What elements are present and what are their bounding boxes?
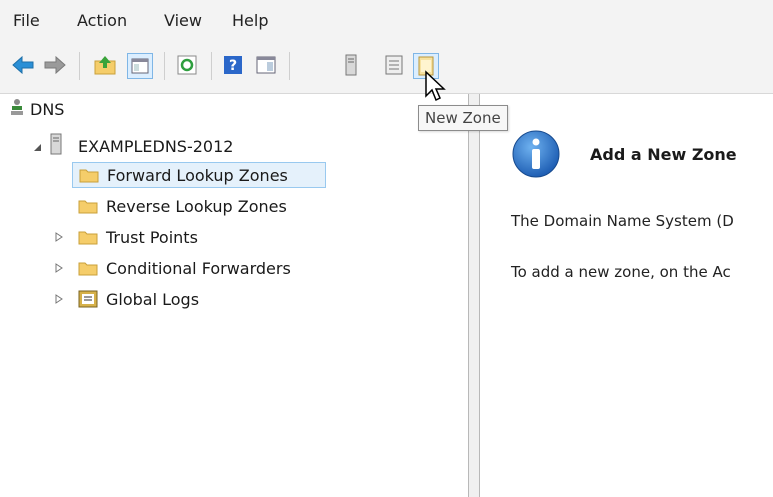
menu-view[interactable]: View	[164, 11, 202, 30]
menu-action[interactable]: Action	[77, 11, 127, 30]
toolbar-separator	[79, 52, 80, 80]
folder-icon	[78, 229, 98, 245]
show-hide-tree-icon[interactable]	[127, 53, 153, 79]
folder-icon	[78, 198, 98, 214]
detail-paragraph-1: The Domain Name System (D	[511, 212, 734, 230]
mouse-cursor-icon	[424, 70, 448, 108]
tree-label-forward-lookup-zones: Forward Lookup Zones	[107, 165, 288, 185]
menu-file[interactable]: File	[13, 11, 40, 30]
back-arrow-icon[interactable]	[12, 54, 34, 76]
tree-label-reverse-lookup-zones: Reverse Lookup Zones	[106, 196, 287, 216]
toolbar-separator	[164, 52, 165, 80]
server-icon	[50, 133, 62, 159]
toolbar: ?	[0, 40, 773, 94]
tree-node-trust-points[interactable]: Trust Points	[78, 224, 198, 250]
tree-node-forward-lookup-zones[interactable]: Forward Lookup Zones	[72, 162, 326, 188]
list-icon[interactable]	[383, 54, 405, 76]
expand-arrow-icon[interactable]	[54, 263, 64, 273]
help-icon[interactable]: ?	[222, 54, 244, 76]
tree-node-dns[interactable]: DNS	[10, 96, 64, 122]
detail-heading: Add a New Zone	[590, 145, 737, 164]
folder-icon	[78, 260, 98, 276]
detail-paragraph-2: To add a new zone, on the Ac	[511, 263, 731, 281]
tree-node-server[interactable]: EXAMPLEDNS-2012	[50, 133, 233, 159]
collapse-arrow-icon[interactable]	[32, 142, 42, 152]
expand-arrow-icon[interactable]	[54, 232, 64, 242]
menu-help[interactable]: Help	[232, 11, 268, 30]
action-pane-icon[interactable]	[255, 54, 277, 76]
info-icon	[511, 129, 561, 183]
tree-label-global-logs: Global Logs	[106, 289, 200, 309]
console-tree: DNS EXAMPLEDNS-2012 Forward Lookup Zones…	[0, 94, 468, 497]
refresh-icon[interactable]	[176, 54, 198, 76]
svg-text:?: ?	[229, 58, 237, 74]
dns-icon	[10, 98, 24, 120]
tree-label-dns: DNS	[30, 99, 65, 119]
forward-arrow-icon[interactable]	[44, 54, 66, 76]
folder-icon	[79, 167, 99, 183]
tree-label-server: EXAMPLEDNS-2012	[78, 136, 234, 156]
new-zone-tooltip: New Zone	[418, 105, 508, 131]
tree-node-global-logs[interactable]: Global Logs	[78, 286, 199, 312]
pane-splitter[interactable]	[468, 94, 480, 497]
toolbar-separator	[289, 52, 290, 80]
tree-label-conditional-forwarders: Conditional Forwarders	[106, 258, 291, 278]
menu-bar: File Action View Help	[0, 0, 773, 40]
toolbar-separator	[211, 52, 212, 80]
expand-arrow-icon[interactable]	[54, 294, 64, 304]
tree-label-trust-points: Trust Points	[106, 227, 198, 247]
server-icon[interactable]	[340, 54, 362, 76]
tree-node-conditional-forwarders[interactable]: Conditional Forwarders	[78, 255, 291, 281]
tree-node-reverse-lookup-zones[interactable]: Reverse Lookup Zones	[78, 193, 287, 219]
up-folder-icon[interactable]	[94, 54, 116, 76]
log-icon	[78, 290, 98, 308]
